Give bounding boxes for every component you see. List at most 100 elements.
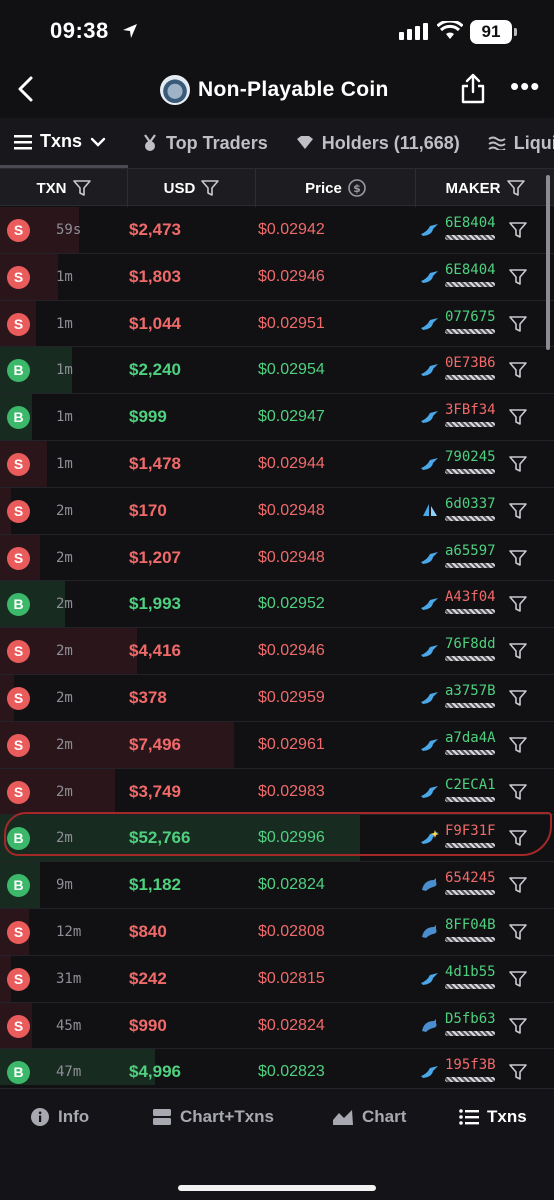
table-row[interactable]: B 1m $2,240 $0.02954 0E73B6 (0, 347, 554, 395)
filter-icon[interactable] (509, 877, 527, 893)
maker-address[interactable]: 3FBf34 (445, 402, 496, 418)
tab-liquidity[interactable]: Liquidity (474, 118, 554, 168)
filter-icon[interactable] (509, 970, 527, 987)
txn-type-badge: B (7, 874, 30, 898)
filter-icon[interactable] (509, 456, 527, 472)
maker-address[interactable]: 790245 (445, 449, 496, 465)
scrollbar[interactable] (546, 175, 550, 350)
table-row[interactable]: B 1m $999 $0.02947 3FBf34 (0, 394, 554, 441)
txn-price: $0.02946 (258, 642, 325, 660)
nav-chart[interactable]: Chart (332, 1107, 406, 1127)
sparkle-bird-icon (421, 830, 439, 845)
table-row[interactable]: S 1m $1,803 $0.02946 6E8404 (0, 253, 554, 301)
bird-icon (421, 785, 438, 798)
filter-icon[interactable] (509, 690, 527, 706)
table-row[interactable]: S 2m $3,749 $0.02983 C2ECA1 (0, 768, 554, 816)
filter-icon[interactable] (509, 924, 527, 940)
filter-icon[interactable] (509, 315, 527, 332)
tab-top-traders[interactable]: Top Traders (128, 118, 282, 168)
filter-icon[interactable] (509, 643, 527, 659)
maker-address[interactable]: F9F31F (445, 823, 496, 839)
sail-icon (423, 503, 437, 516)
maker-balance-bar (445, 656, 495, 662)
table-row[interactable]: S 2m $1,207 $0.02948 a65597 (0, 534, 554, 582)
maker-address[interactable]: C2ECA1 (445, 777, 496, 793)
table-row[interactable]: S 59s $2,473 $0.02942 6E8404 (0, 207, 554, 254)
share-icon[interactable] (460, 72, 486, 104)
table-row[interactable]: B 2m $52,766 $0.02996 F9F31F (0, 815, 554, 863)
filter-icon[interactable] (72, 180, 91, 196)
column-header-price[interactable]: Price $ (256, 169, 416, 207)
maker-address[interactable]: 077675 (445, 309, 496, 325)
maker-address[interactable]: a7da4A (445, 730, 496, 746)
filter-icon[interactable] (509, 1017, 527, 1034)
filter-icon[interactable] (509, 783, 527, 800)
home-indicator[interactable] (178, 1185, 376, 1191)
filter-icon[interactable] (509, 596, 527, 613)
maker-address[interactable]: 76F8dd (445, 636, 496, 652)
table-row[interactable]: S 12m $840 $0.02808 8FF04B (0, 908, 554, 956)
table-row[interactable]: S 31m $242 $0.02815 4d1b55 (0, 955, 554, 1003)
nav-info[interactable]: Info (30, 1107, 89, 1127)
table-row[interactable]: S 2m $170 $0.02948 6d0337 (0, 487, 554, 535)
filter-icon[interactable] (509, 549, 527, 566)
bird-icon (421, 738, 438, 751)
nav-txns[interactable]: Txns (459, 1107, 527, 1127)
table-row[interactable]: S 45m $990 $0.02824 D5fb63 (0, 1002, 554, 1050)
maker-address[interactable]: D5fb63 (445, 1011, 496, 1027)
chevron-down-icon (90, 137, 106, 147)
table-row[interactable]: S 2m $7,496 $0.02961 a7da4A (0, 721, 554, 769)
maker-address[interactable]: 8FF04B (445, 917, 496, 933)
filter-icon[interactable] (509, 268, 527, 285)
maker-address[interactable]: 0E73B6 (445, 355, 496, 371)
filter-icon[interactable] (506, 180, 525, 196)
column-header-txn[interactable]: TXN (0, 169, 128, 207)
txn-age: 1m (56, 409, 73, 426)
maker-address[interactable]: 6E8404 (445, 215, 496, 231)
maker-address[interactable]: 4d1b55 (445, 964, 496, 980)
maker-address[interactable]: a65597 (445, 543, 496, 559)
table-row[interactable]: S 2m $378 $0.02959 a3757B (0, 674, 554, 722)
filter-icon[interactable] (509, 222, 527, 238)
more-options-icon[interactable]: ••• (510, 73, 540, 99)
back-arrow-icon[interactable] (12, 74, 42, 104)
txn-price: $0.02948 (258, 548, 325, 566)
tab-holders[interactable]: Holders (11,668) (282, 118, 474, 168)
nav-chart-txns[interactable]: Chart+Txns (152, 1107, 274, 1127)
split-icon (153, 1109, 171, 1125)
txn-usd: $170 (129, 500, 167, 520)
column-header-usd[interactable]: USD (128, 169, 256, 207)
column-header-maker[interactable]: MAKER (416, 169, 554, 207)
table-row[interactable]: B 9m $1,182 $0.02824 654245 (0, 862, 554, 909)
txn-type-badge: S (7, 920, 30, 944)
txn-price: $0.02815 (258, 969, 325, 987)
txn-usd: $3,749 (129, 781, 181, 801)
maker-address[interactable]: a3757B (445, 683, 496, 699)
maker-address[interactable]: A43f04 (445, 589, 496, 605)
maker-address[interactable]: 654245 (445, 870, 496, 886)
filter-icon[interactable] (509, 362, 527, 379)
filter-icon[interactable] (201, 180, 220, 196)
table-row[interactable]: B 47m $4,996 $0.02823 195f3B (0, 1049, 554, 1085)
filter-icon[interactable] (509, 830, 527, 847)
txn-price: $0.02944 (258, 454, 325, 472)
table-row[interactable]: B 2m $1,993 $0.02952 A43f04 (0, 581, 554, 629)
filter-icon[interactable] (509, 736, 527, 753)
tab-txns[interactable]: Txns (0, 118, 129, 168)
table-row[interactable]: S 2m $4,416 $0.02946 76F8dd (0, 628, 554, 675)
filter-icon[interactable] (509, 1064, 527, 1081)
filter-icon[interactable] (509, 409, 527, 425)
cellular-signal-icon (399, 23, 428, 40)
dollar-circle-icon[interactable]: $ (348, 179, 366, 197)
table-row[interactable]: S 1m $1,478 $0.02944 790245 (0, 440, 554, 488)
txn-usd: $2,473 (129, 220, 181, 239)
txn-price: $0.02808 (258, 922, 325, 940)
filter-icon[interactable] (509, 502, 527, 519)
maker-address[interactable]: 6E8404 (445, 262, 496, 278)
txn-usd: $1,182 (129, 875, 181, 895)
maker-address[interactable]: 195f3B (445, 1057, 496, 1073)
tab-label: Liquidity (513, 132, 554, 153)
table-row[interactable]: S 1m $1,044 $0.02951 077675 (0, 300, 554, 348)
tab-label: Top Traders (166, 132, 268, 153)
maker-address[interactable]: 6d0337 (445, 496, 496, 512)
